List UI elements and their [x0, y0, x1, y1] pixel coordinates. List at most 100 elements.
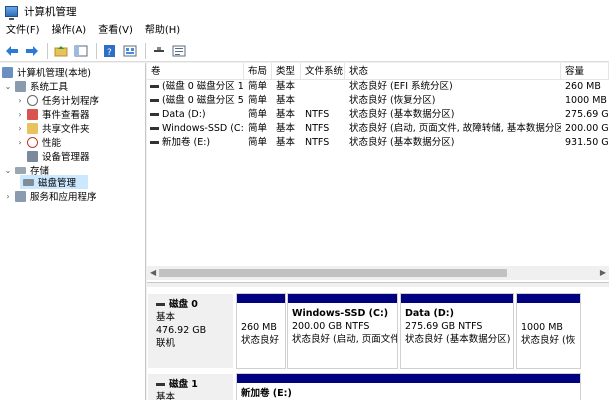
- console-tree: 计算机管理(本地) ⌄ 系统工具 › 任务计划程序 › 事件查看器 › 共享文件…: [0, 63, 146, 400]
- chevron-right-icon[interactable]: ›: [16, 138, 24, 147]
- forward-arrow-icon[interactable]: [23, 42, 41, 60]
- chevron-down-icon[interactable]: ⌄: [4, 166, 12, 175]
- cell-capacity: 200.00 GB: [565, 123, 609, 134]
- cell-type: 基本: [276, 137, 296, 148]
- tree-label: 共享文件夹: [42, 124, 90, 135]
- table-row[interactable]: (磁盘 0 磁盘分区 1) 简单 基本 状态良好 (EFI 系统分区) 260 …: [147, 80, 609, 94]
- cell-volume: (磁盘 0 磁盘分区 5): [147, 94, 244, 108]
- scroll-right-icon[interactable]: ▶: [600, 268, 606, 277]
- disk-type: 基本: [156, 312, 176, 323]
- cell-type: 基本: [276, 109, 296, 120]
- table-row[interactable]: 新加卷 (E:) 简单 基本 NTFS 状态良好 (基本数据分区) 931.50…: [147, 136, 609, 150]
- disk-size: 476.92 GB: [156, 325, 207, 336]
- horizontal-scrollbar[interactable]: ◀ ▶: [147, 266, 609, 280]
- clock-icon: [27, 94, 38, 106]
- partition-size: 260 MB: [241, 322, 277, 333]
- tree-item-device-manager[interactable]: 设备管理器: [24, 149, 90, 163]
- volume-icon: [150, 85, 159, 88]
- cell-volume: 新加卷 (E:): [147, 136, 244, 150]
- partition-band: [517, 294, 580, 303]
- cell-status: 状态良好 (启动, 页面文件, 故障转储, 基本数据分区): [349, 123, 561, 134]
- event-viewer-icon: [27, 108, 38, 120]
- tree-label: 任务计划程序: [42, 96, 100, 107]
- menu-view[interactable]: 查看(V): [92, 22, 139, 40]
- chevron-right-icon[interactable]: ›: [16, 110, 24, 119]
- tree-item-root[interactable]: 计算机管理(本地): [2, 65, 91, 79]
- tree-item-disk-management[interactable]: 磁盘管理: [20, 175, 88, 189]
- table-row[interactable]: Windows-SSD (C:) 简单 基本 NTFS 状态良好 (启动, 页面…: [147, 122, 609, 136]
- col-header-status[interactable]: 状态: [345, 63, 561, 80]
- partition-status: 状态良好 (基本数据分区): [405, 334, 511, 345]
- disk-management-icon: [23, 178, 34, 186]
- console-tree-icon[interactable]: [72, 42, 90, 60]
- tree-item-task-scheduler[interactable]: › 任务计划程序: [16, 93, 99, 107]
- tools-icon: [15, 80, 26, 92]
- chevron-down-icon[interactable]: ⌄: [4, 82, 12, 91]
- table-row[interactable]: (磁盘 0 磁盘分区 5) 简单 基本 状态良好 (恢复分区) 1000 MB: [147, 94, 609, 108]
- tree-item-event-viewer[interactable]: › 事件查看器: [16, 107, 90, 121]
- properties-icon[interactable]: [121, 42, 139, 60]
- table-row[interactable]: Data (D:) 简单 基本 NTFS 状态良好 (基本数据分区) 275.6…: [147, 108, 609, 122]
- disk-status: 联机: [156, 338, 176, 349]
- back-arrow-icon[interactable]: [3, 42, 21, 60]
- volume-icon: [150, 127, 159, 130]
- partition-size: 200.00 GB NTFS: [292, 321, 370, 332]
- window-title: 计算机管理: [24, 5, 77, 18]
- menu-action[interactable]: 操作(A): [46, 22, 93, 40]
- shared-folder-icon: [27, 122, 38, 134]
- disk-0-label[interactable]: 磁盘 0 基本 476.92 GB 联机: [147, 293, 234, 369]
- partition-band: [401, 294, 513, 303]
- chevron-right-icon[interactable]: ›: [4, 192, 12, 201]
- scroll-left-icon[interactable]: ◀: [150, 268, 156, 277]
- volume-list: 卷 布局 类型 文件系统 状态 容量 (磁盘 0 磁盘分区 1) 简单 基本 状…: [147, 63, 609, 283]
- tree-label: 计算机管理(本地): [17, 68, 91, 79]
- help-icon[interactable]: ?: [101, 42, 119, 60]
- tree-item-performance[interactable]: › 性能: [16, 135, 61, 149]
- scrollbar-thumb[interactable]: [159, 269, 507, 277]
- console-icon[interactable]: [170, 42, 188, 60]
- cell-filesystem: NTFS: [305, 109, 330, 120]
- partition-name: Windows-SSD (C:): [292, 308, 389, 319]
- menu-help[interactable]: 帮助(H): [139, 22, 186, 40]
- cell-filesystem: [301, 80, 345, 94]
- col-header-capacity[interactable]: 容量: [561, 63, 609, 80]
- partition-name: Data (D:): [405, 308, 454, 319]
- disk-icon: [156, 303, 165, 306]
- tree-item-system-tools[interactable]: ⌄ 系统工具: [4, 79, 68, 93]
- performance-icon: [27, 136, 38, 148]
- col-header-type[interactable]: 类型: [272, 63, 301, 80]
- disk-name: 磁盘 1: [156, 378, 233, 391]
- connect-icon[interactable]: [150, 42, 168, 60]
- cell-volume: Windows-SSD (C:): [147, 122, 244, 136]
- partition-new-volume-e[interactable]: 新加卷 (E:): [236, 373, 581, 400]
- volume-icon: [150, 113, 159, 116]
- cell-type: 基本: [276, 81, 296, 92]
- partition-recovery[interactable]: 1000 MB 状态良好 (恢: [516, 293, 581, 369]
- cell-capacity: 275.69 GB: [565, 109, 609, 120]
- tree-item-shared-folders[interactable]: › 共享文件夹: [16, 121, 90, 135]
- cell-capacity: 260 MB: [565, 81, 601, 92]
- col-header-volume[interactable]: 卷: [147, 63, 244, 80]
- cell-filesystem: [301, 94, 345, 108]
- computer-management-icon: [5, 5, 18, 20]
- col-header-layout[interactable]: 布局: [244, 63, 272, 80]
- disk-1-label[interactable]: 磁盘 1 基本: [147, 373, 234, 400]
- toolbar-separator: [96, 42, 97, 59]
- cell-type: 基本: [276, 123, 296, 134]
- partition-windows-ssd[interactable]: Windows-SSD (C:) 200.00 GB NTFS 状态良好 (启动…: [287, 293, 398, 369]
- chevron-right-icon[interactable]: ›: [16, 96, 24, 105]
- up-folder-icon[interactable]: [52, 42, 70, 60]
- partition-data[interactable]: Data (D:) 275.69 GB NTFS 状态良好 (基本数据分区): [400, 293, 514, 369]
- cell-layout: 简单: [248, 123, 268, 134]
- menu-file[interactable]: 文件(F): [0, 22, 46, 40]
- cell-capacity: 1000 MB: [565, 95, 607, 106]
- tree-label: 磁盘管理: [38, 178, 77, 189]
- disk-type: 基本: [156, 392, 176, 400]
- cell-filesystem: NTFS: [305, 137, 330, 148]
- chevron-right-icon[interactable]: ›: [16, 124, 24, 133]
- tree-label: 事件查看器: [42, 110, 90, 121]
- col-header-filesystem[interactable]: 文件系统: [301, 63, 345, 80]
- partition-size: 1000 MB: [521, 322, 563, 333]
- partition-efi[interactable]: 260 MB 状态良好: [236, 293, 286, 369]
- tree-item-services-apps[interactable]: › 服务和应用程序: [4, 189, 97, 203]
